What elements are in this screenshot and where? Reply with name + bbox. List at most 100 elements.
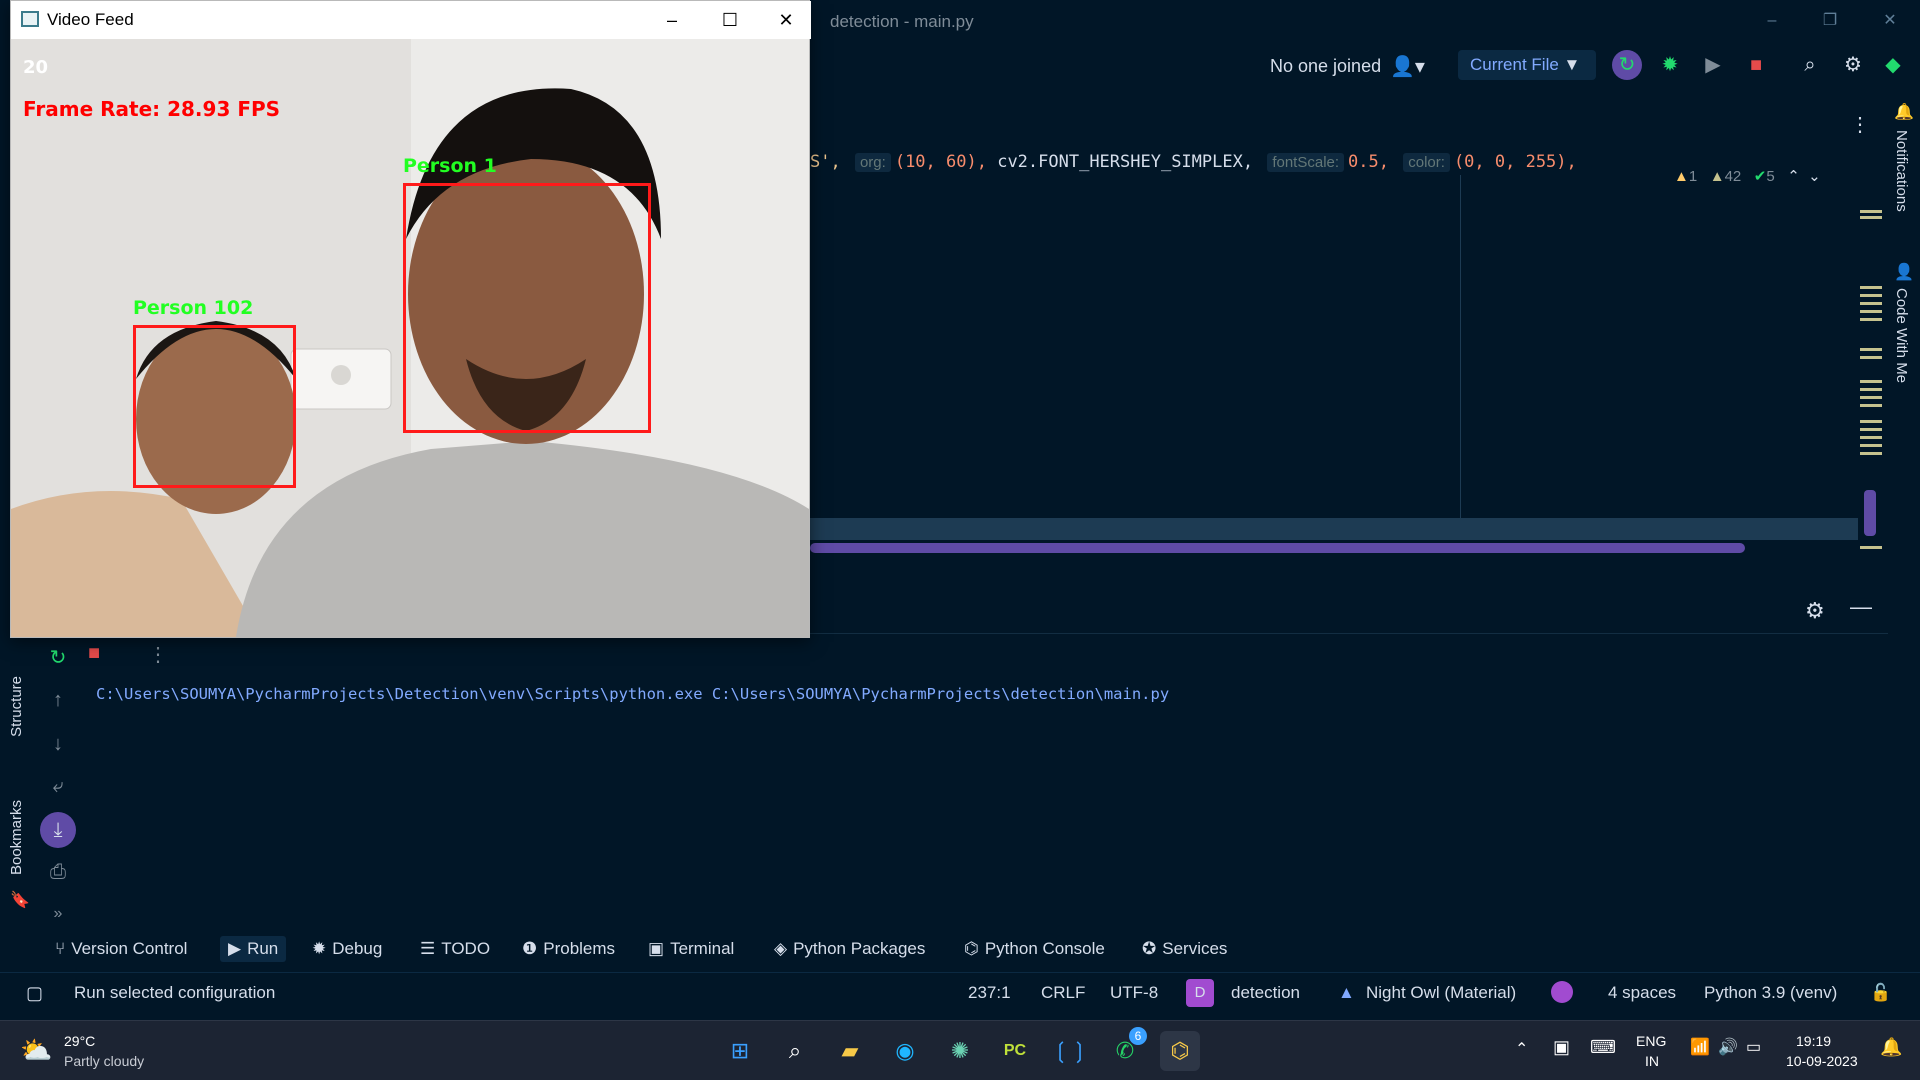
frame-rate-overlay: Frame Rate: 28.93 FPS: [23, 97, 281, 121]
down-arrow-icon[interactable]: ↓: [40, 726, 76, 762]
keyboard-icon[interactable]: ⌨: [1590, 1037, 1616, 1058]
run-console-output: C:\Users\SOUMYA\PycharmProjects\Detectio…: [96, 685, 1170, 703]
tab-run[interactable]: ▶ Run: [220, 936, 287, 962]
toggle-panels-icon[interactable]: ▢: [26, 983, 43, 1004]
bookmarks-tab[interactable]: Bookmarks: [8, 800, 25, 875]
code-with-me-tab[interactable]: Code With Me: [1893, 288, 1910, 383]
minimize-icon[interactable]: –: [1752, 8, 1792, 34]
vscode-icon[interactable]: ❲❳: [1050, 1031, 1090, 1071]
right-tool-strip: 🔔 Notifications 👤 Code With Me: [1888, 90, 1920, 940]
taskbar-search-icon[interactable]: ⌕: [775, 1031, 815, 1071]
lock-icon[interactable]: 🔓: [1870, 983, 1891, 1003]
indent-setting[interactable]: 4 spaces: [1608, 983, 1676, 1003]
stop-icon[interactable]: ■: [88, 642, 112, 666]
code-org-value: (10, 60),: [894, 152, 987, 172]
close-icon[interactable]: ✕: [763, 5, 809, 35]
maximize-icon[interactable]: ☐: [707, 5, 753, 35]
language-primary[interactable]: ENG: [1636, 1033, 1666, 1049]
edge-icon[interactable]: ◉: [885, 1031, 925, 1071]
tab-problems-label: Problems: [543, 939, 616, 958]
weather-temp[interactable]: 29°C: [64, 1033, 95, 1049]
tray-app-icon[interactable]: ▣: [1553, 1037, 1570, 1058]
frame-overlay-text: 20: [23, 57, 49, 78]
caret-position[interactable]: 237:1: [968, 983, 1011, 1003]
language-secondary[interactable]: IN: [1645, 1053, 1659, 1069]
search-icon[interactable]: ⌕: [1795, 50, 1825, 80]
print-icon[interactable]: ⎙: [40, 854, 76, 890]
param-hint-fontscale: fontScale:: [1267, 153, 1345, 172]
video-window-titlebar[interactable]: Video Feed – ☐ ✕: [11, 1, 811, 39]
chevron-up-icon[interactable]: ⌃: [1515, 1039, 1528, 1059]
tab-version-control[interactable]: ⑂ Version Control: [55, 936, 187, 962]
code-with-me-status[interactable]: No one joined: [1270, 56, 1381, 77]
video-feed-window[interactable]: Video Feed – ☐ ✕ Frame Rate: 28.93 FPS 2…: [10, 0, 811, 638]
weather-desc[interactable]: Partly cloudy: [64, 1053, 144, 1069]
tab-debug[interactable]: ✹ Debug: [312, 936, 382, 962]
more-options-icon[interactable]: ⋮: [148, 642, 168, 667]
notifications-tab[interactable]: Notifications: [1893, 130, 1910, 212]
rerun-icon[interactable]: ↻: [40, 640, 76, 676]
whatsapp-badge: 6: [1129, 1027, 1147, 1045]
horizontal-scrollbar[interactable]: [810, 543, 1745, 553]
file-explorer-icon[interactable]: ▰: [830, 1031, 870, 1071]
error-stripe[interactable]: [1858, 90, 1888, 560]
up-arrow-icon[interactable]: ↑: [40, 682, 76, 718]
chevron-down-icon[interactable]: ⌄: [1808, 168, 1821, 185]
minimize-icon[interactable]: –: [649, 5, 695, 35]
restore-icon[interactable]: ❐: [1810, 8, 1850, 34]
start-icon[interactable]: ⊞: [720, 1031, 760, 1071]
settings-gear-icon[interactable]: ⚙: [1838, 50, 1868, 80]
list-icon: ☰: [420, 939, 436, 958]
debug-icon[interactable]: ✹: [1655, 50, 1685, 80]
run-config-select[interactable]: Current File ▼: [1458, 50, 1596, 80]
pycharm-icon[interactable]: PC: [995, 1031, 1035, 1071]
scroll-to-end-icon[interactable]: ⤓: [40, 812, 76, 848]
ide-window-title: detection - main.py: [830, 12, 974, 31]
structure-tab[interactable]: Structure: [8, 676, 25, 737]
tab-debug-label: Debug: [332, 939, 383, 958]
panel-settings-icon[interactable]: ⚙: [1805, 598, 1825, 624]
add-user-icon[interactable]: 👤▾: [1390, 54, 1425, 79]
right-margin-guide: [1460, 175, 1461, 540]
theme-color-icon[interactable]: [1551, 981, 1573, 1003]
chatgpt-icon[interactable]: ✺: [940, 1031, 980, 1071]
battery-icon[interactable]: ▭: [1746, 1037, 1761, 1057]
run-toolbar: ↻ ↑ ↓ ⤶ ⤓ ⎙ »: [40, 640, 76, 922]
more-icon[interactable]: »: [40, 896, 76, 932]
tab-services[interactable]: ✪ Services: [1142, 936, 1227, 962]
file-encoding[interactable]: UTF-8: [1110, 983, 1158, 1003]
notification-center-icon[interactable]: 🔔: [1880, 1037, 1902, 1058]
bookmark-icon[interactable]: 🔖: [10, 890, 30, 910]
coverage-icon[interactable]: ▶: [1698, 50, 1728, 80]
tab-problems[interactable]: ❶ Problems: [522, 936, 615, 962]
tab-python-console[interactable]: ⌬ Python Console: [964, 936, 1105, 962]
chevron-up-icon[interactable]: ⌃: [1787, 168, 1800, 185]
code-color-value: (0, 0, 255),: [1453, 152, 1577, 172]
person-102-label: Person 102: [133, 297, 254, 319]
rerun-icon[interactable]: ↻: [1612, 50, 1642, 80]
line-separator[interactable]: CRLF: [1041, 983, 1085, 1003]
volume-icon[interactable]: 🔊: [1718, 1037, 1738, 1057]
soft-wrap-icon[interactable]: ⤶: [40, 768, 76, 804]
theme-icon: ▲: [1338, 983, 1355, 1002]
clock-date[interactable]: 10-09-2023: [1786, 1053, 1858, 1069]
tab-todo[interactable]: ☰ TODO: [420, 936, 490, 962]
bell-icon[interactable]: 🔔: [1894, 102, 1914, 122]
stop-icon[interactable]: ■: [1741, 50, 1771, 80]
project-name[interactable]: detection: [1231, 983, 1300, 1003]
inspection-widget[interactable]: ▲1 ▲42 ✔5 ⌃ ⌄: [1674, 167, 1821, 185]
close-icon[interactable]: ✕: [1870, 8, 1910, 34]
ai-assistant-icon[interactable]: ◆: [1878, 50, 1908, 80]
weather-icon[interactable]: ⛅: [20, 1035, 52, 1066]
hide-panel-icon[interactable]: —: [1850, 594, 1872, 620]
user-icon[interactable]: 👤: [1894, 262, 1914, 282]
wifi-icon[interactable]: 📶: [1690, 1037, 1710, 1057]
tab-python-packages[interactable]: ◈ Python Packages: [774, 936, 925, 962]
python-app-icon[interactable]: ⌬: [1160, 1031, 1200, 1071]
play-icon: ▶: [228, 939, 242, 958]
app-icon: [21, 11, 39, 27]
tab-terminal[interactable]: ▣ Terminal: [648, 936, 734, 962]
theme-name[interactable]: Night Owl (Material): [1366, 983, 1516, 1003]
clock-time[interactable]: 19:19: [1796, 1033, 1831, 1049]
python-interpreter[interactable]: Python 3.9 (venv): [1704, 983, 1837, 1003]
